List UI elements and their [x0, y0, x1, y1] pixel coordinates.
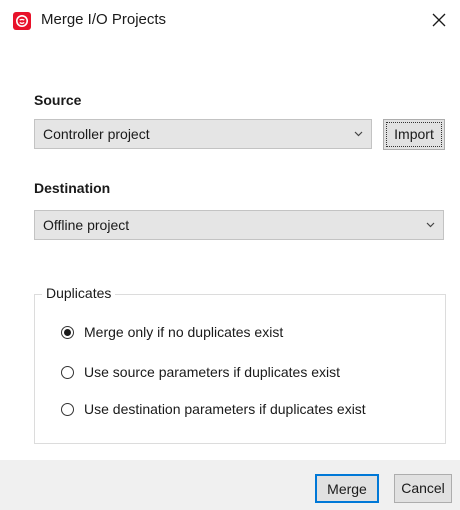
radio-button[interactable] — [61, 366, 74, 379]
radio-merge-if-no-duplicates[interactable]: Merge only if no duplicates exist — [61, 323, 341, 345]
close-icon — [432, 13, 446, 27]
destination-select-value: Offline project — [43, 217, 130, 233]
import-button-label: Import — [394, 126, 434, 142]
window-title: Merge I/O Projects — [41, 11, 167, 28]
chevron-down-icon — [354, 131, 363, 137]
radio-use-destination-parameters[interactable]: Use destination parameters if duplicates… — [61, 400, 433, 422]
cancel-button[interactable]: Cancel — [394, 474, 452, 503]
title-bar: Merge I/O Projects — [0, 0, 460, 40]
cancel-button-label: Cancel — [401, 480, 445, 496]
destination-select[interactable]: Offline project — [34, 210, 444, 240]
radio-label: Use destination parameters if duplicates… — [84, 401, 366, 417]
merge-io-projects-dialog: Merge I/O Projects Source Controller pro… — [0, 0, 460, 510]
dialog-footer: Merge Cancel — [0, 460, 460, 510]
radio-use-source-parameters[interactable]: Use source parameters if duplicates exis… — [61, 363, 401, 385]
radio-label: Merge only if no duplicates exist — [84, 324, 284, 340]
merge-button[interactable]: Merge — [315, 474, 379, 503]
merge-button-label: Merge — [327, 481, 367, 497]
radio-label: Use source parameters if duplicates exis… — [84, 364, 340, 380]
source-select[interactable]: Controller project — [34, 119, 372, 149]
source-select-value: Controller project — [43, 126, 150, 142]
import-button[interactable]: Import — [383, 119, 445, 150]
source-label: Source — [34, 92, 82, 108]
destination-label: Destination — [34, 180, 111, 196]
radio-button[interactable] — [61, 326, 74, 339]
radio-button[interactable] — [61, 403, 74, 416]
close-button[interactable] — [426, 8, 452, 32]
rockwell-logo-icon — [13, 12, 31, 30]
chevron-down-icon — [426, 222, 435, 228]
duplicates-label: Duplicates — [42, 285, 116, 301]
radio-selected-dot — [64, 329, 71, 336]
